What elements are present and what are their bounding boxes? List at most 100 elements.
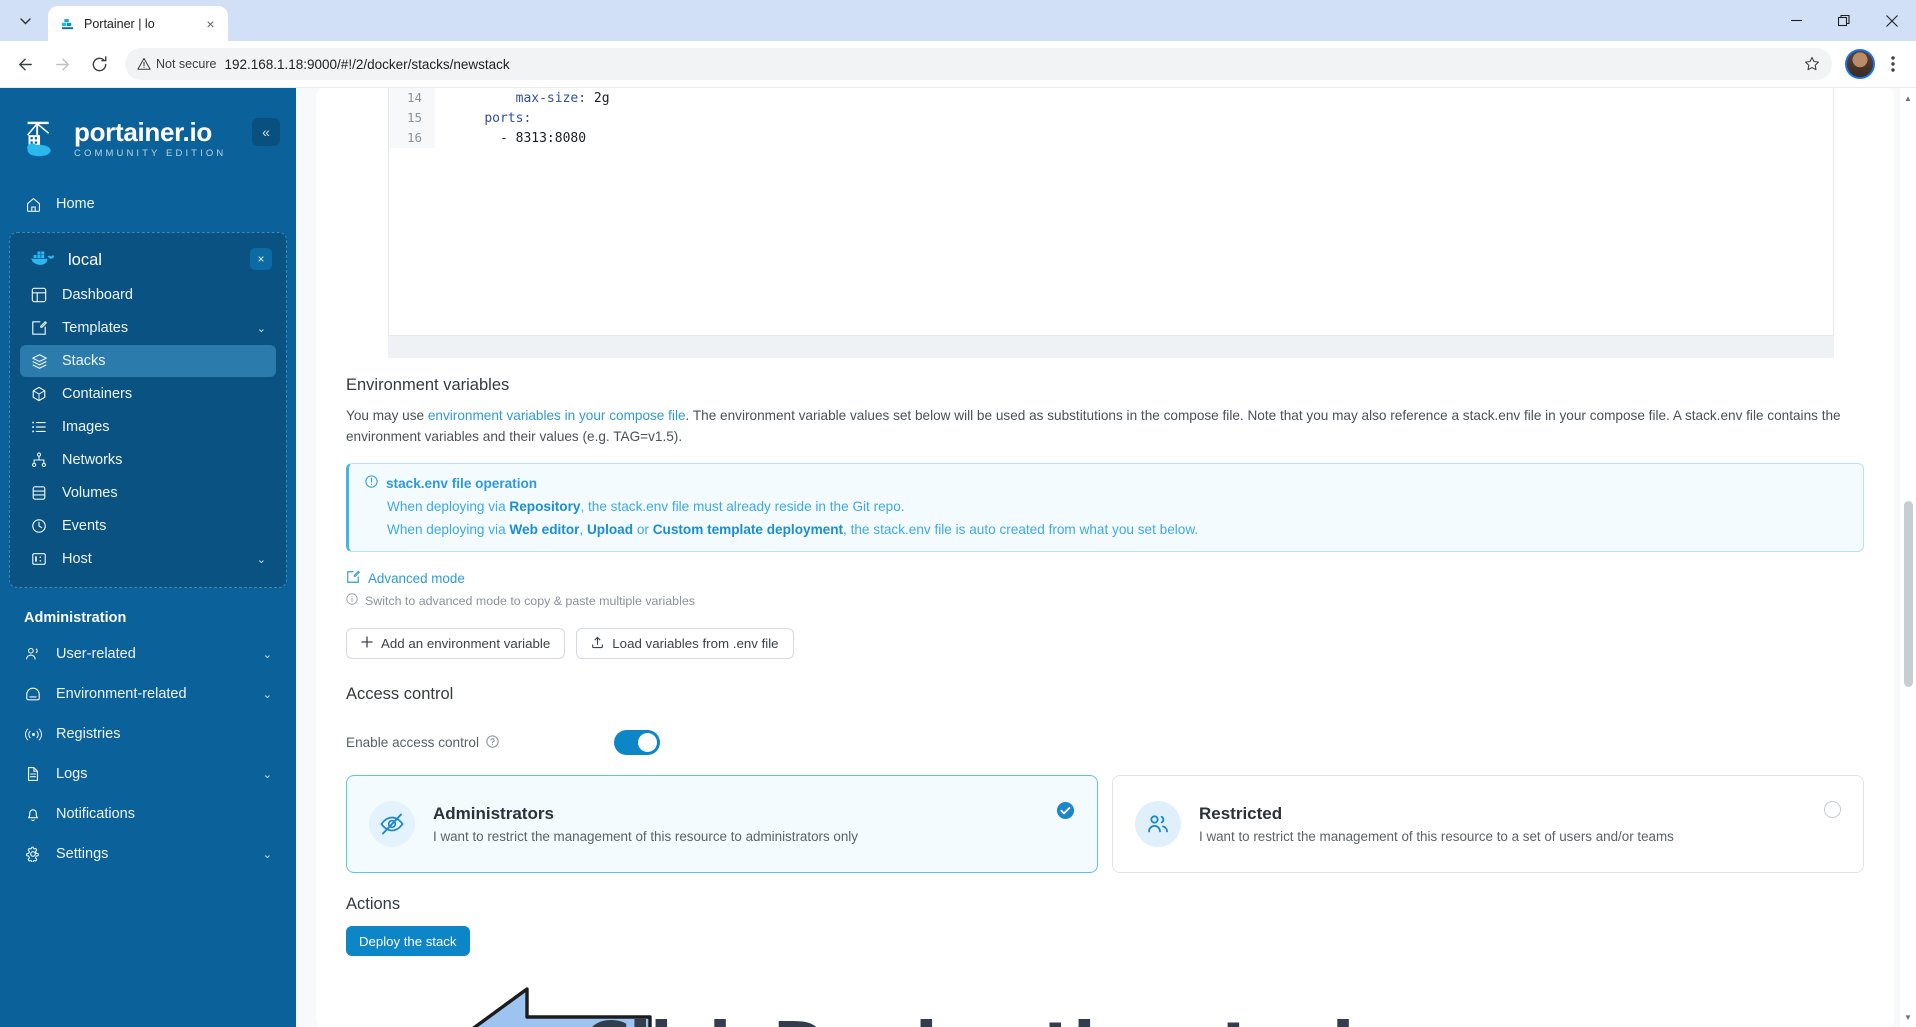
advanced-mode-link[interactable]: Advanced mode <box>346 570 1864 587</box>
window-close-button[interactable] <box>1868 0 1916 41</box>
sidebar-environment-close-icon[interactable]: × <box>250 248 272 270</box>
env-section-title: Environment variables <box>346 376 510 394</box>
line-number: 15 <box>389 108 435 128</box>
sidebar-environment-header[interactable]: local × <box>15 241 281 279</box>
radio-empty-icon[interactable] <box>1824 801 1841 819</box>
sidebar-item-host[interactable]: Host ⌄ <box>20 543 276 575</box>
chevron-down-icon[interactable]: ⌄ <box>263 688 272 701</box>
env-section-description: You may use environment variables in you… <box>346 408 1841 445</box>
sidebar-item-label: Registries <box>56 726 121 742</box>
networks-icon <box>30 451 48 469</box>
sidebar-item-volumes[interactable]: Volumes <box>20 477 276 509</box>
browser-tab[interactable]: Portainer | lo × <box>48 6 228 41</box>
security-label: Not secure <box>156 57 217 71</box>
main-content: 14 max-size: 2g 15 ports: 16 - 8313:8080 <box>296 88 1916 1027</box>
card-title: Administrators <box>433 804 554 824</box>
sidebar-item-label: Stacks <box>62 353 106 369</box>
portainer-crane-logo <box>18 116 64 162</box>
actions-title: Actions <box>346 895 401 914</box>
sidebar-item-environment-related[interactable]: Environment-related ⌄ <box>14 678 282 710</box>
security-status[interactable]: Not secure <box>137 57 216 71</box>
code-line: 15 ports: <box>389 108 1833 128</box>
advanced-mode-hint: Switch to advanced mode to copy & paste … <box>346 593 1864 608</box>
line-number: 14 <box>389 88 435 108</box>
question-circle-icon[interactable] <box>486 734 499 751</box>
load-variables-from-env-file-button[interactable]: Load variables from .env file <box>576 628 794 660</box>
chevron-down-icon[interactable]: ⌄ <box>263 848 272 861</box>
sidebar-item-notifications[interactable]: Notifications <box>14 798 282 830</box>
forward-button[interactable] <box>45 47 79 81</box>
card-description: I want to restrict the management of thi… <box>433 829 858 845</box>
add-environment-variable-button[interactable]: Add an environment variable <box>346 628 566 660</box>
sidebar-item-templates[interactable]: Templates ⌄ <box>20 312 276 344</box>
sidebar-collapse-button[interactable]: « <box>252 118 280 146</box>
reload-button[interactable] <box>82 47 116 81</box>
events-clock-icon <box>30 517 48 535</box>
address-bar[interactable]: Not secure 192.168.1.18:9000/#!/2/docker… <box>125 48 1832 80</box>
browser-toolbar: Not secure 192.168.1.18:9000/#!/2/docker… <box>0 41 1916 88</box>
portainer-icon <box>59 15 76 32</box>
sidebar-item-label: Events <box>62 518 107 534</box>
tab-search-icon[interactable] <box>8 6 42 36</box>
sidebar-item-home[interactable]: Home <box>14 188 282 220</box>
chevron-down-icon[interactable]: ⌄ <box>263 648 272 661</box>
tab-close-icon[interactable]: × <box>201 14 220 33</box>
check-circle-icon <box>1056 801 1075 820</box>
templates-icon <box>30 319 48 337</box>
profile-avatar[interactable] <box>1845 49 1875 79</box>
sidebar-item-dashboard[interactable]: Dashboard <box>20 279 276 311</box>
window-minimize-button[interactable] <box>1772 0 1820 41</box>
enable-access-control-toggle[interactable] <box>614 730 660 756</box>
access-control-card-restricted[interactable]: Restricted I want to restrict the manage… <box>1112 775 1864 874</box>
access-control-cards: Administrators I want to restrict the ma… <box>346 775 1864 874</box>
toggle-knob <box>638 733 657 753</box>
code-text: - 8313:8080 <box>453 130 587 146</box>
sidebar-item-stacks[interactable]: Stacks <box>20 345 276 377</box>
volumes-icon <box>30 484 48 502</box>
scroll-down-arrow[interactable]: ▼ <box>1900 1009 1916 1025</box>
deploy-the-stack-button[interactable]: Deploy the stack <box>346 926 470 957</box>
sidebar-item-label: Notifications <box>56 806 135 822</box>
advanced-mode-hint-label: Switch to advanced mode to copy & paste … <box>365 593 695 608</box>
sidebar-item-settings[interactable]: Settings ⌄ <box>14 838 282 870</box>
code-text: ports: <box>484 110 532 126</box>
env-buttons-row: Add an environment variable Load variabl… <box>346 628 1864 660</box>
code-text: max-size: 2g <box>515 90 610 106</box>
button-label: Add an environment variable <box>381 636 551 652</box>
images-icon <box>30 418 48 436</box>
edit-square-icon <box>346 570 360 587</box>
window-controls <box>1772 0 1916 41</box>
url-text: 192.168.1.18:9000/#!/2/docker/stacks/new… <box>224 56 510 72</box>
plus-icon <box>361 636 373 651</box>
three-dot-menu-icon[interactable] <box>1878 47 1908 81</box>
sidebar-item-user-related[interactable]: User-related ⌄ <box>14 638 282 670</box>
access-control-title: Access control <box>346 685 454 704</box>
environment-icon <box>24 685 42 703</box>
scroll-up-arrow[interactable]: ▲ <box>1900 90 1916 106</box>
sidebar-item-events[interactable]: Events <box>20 510 276 542</box>
sidebar-item-images[interactable]: Images <box>20 411 276 443</box>
sidebar-item-registries[interactable]: Registries <box>14 718 282 750</box>
chevron-down-icon[interactable]: ⌄ <box>263 768 272 781</box>
access-control-card-administrators[interactable]: Administrators I want to restrict the ma… <box>346 775 1098 874</box>
back-button[interactable] <box>8 47 42 81</box>
bell-icon <box>24 805 42 823</box>
page-body: portainer.io COMMUNITY EDITION « Home lo… <box>0 88 1916 1027</box>
browser-tabstrip: Portainer | lo × <box>0 0 1916 41</box>
scrollbar-thumb[interactable] <box>1904 501 1913 687</box>
window-maximize-button[interactable] <box>1820 0 1868 41</box>
env-vars-doc-link[interactable]: environment variables in your compose fi… <box>428 408 686 423</box>
chevron-down-icon[interactable]: ⌄ <box>257 322 266 335</box>
chevron-down-icon[interactable]: ⌄ <box>257 553 266 566</box>
sidebar-item-label: Host <box>62 551 92 567</box>
compose-editor[interactable]: 14 max-size: 2g 15 ports: 16 - 8313:8080 <box>388 88 1834 336</box>
page-scrollbar[interactable]: ▲ ▼ <box>1900 88 1916 1027</box>
sidebar-environment-group: local × Dashboard Templates ⌄ Stacks Con… <box>9 232 287 588</box>
brand-name: portainer.io <box>74 116 212 147</box>
bookmark-star-icon[interactable] <box>1798 50 1826 78</box>
sidebar-item-logs[interactable]: Logs ⌄ <box>14 758 282 790</box>
sidebar-item-networks[interactable]: Networks <box>20 444 276 476</box>
brand-header: portainer.io COMMUNITY EDITION « <box>0 94 296 180</box>
sidebar-item-containers[interactable]: Containers <box>20 378 276 410</box>
advanced-mode-label: Advanced mode <box>368 571 465 587</box>
